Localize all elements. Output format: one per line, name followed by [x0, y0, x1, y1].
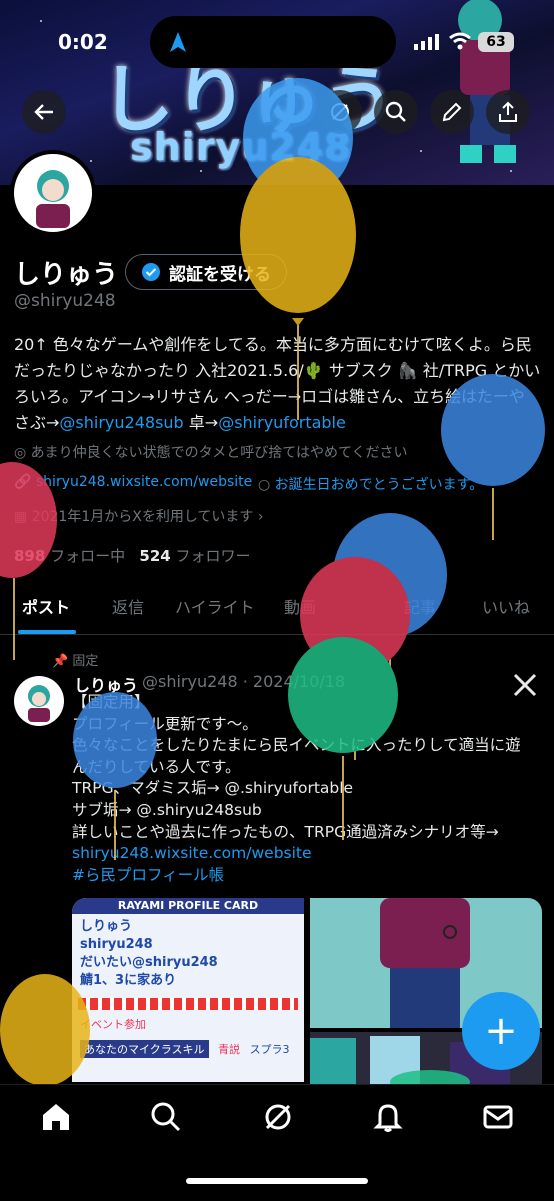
- search-nav-icon[interactable]: [150, 1101, 182, 1133]
- birthday-balloons: [0, 78, 545, 1090]
- home-icon[interactable]: [40, 1101, 72, 1133]
- home-indicator: [186, 1178, 368, 1184]
- grok-nav-icon[interactable]: [262, 1101, 294, 1133]
- mail-icon[interactable]: [482, 1101, 514, 1133]
- bell-icon[interactable]: [372, 1101, 404, 1133]
